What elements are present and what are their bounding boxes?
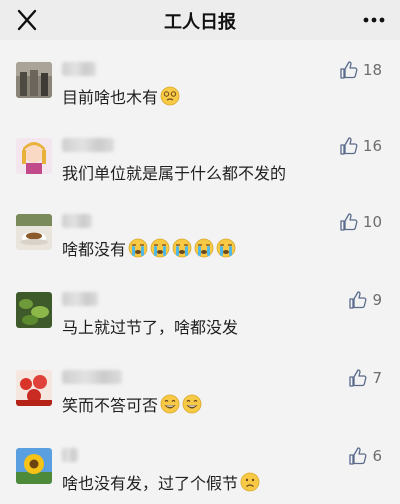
comment-item: 笑而不答可否 7 <box>0 348 400 424</box>
username-blurred <box>62 292 98 306</box>
crying-face-emoji <box>150 238 170 258</box>
like-count: 10 <box>362 213 382 231</box>
frowning-face-emoji <box>240 472 260 492</box>
comment-text: 啥也没有发，过了个假节 <box>62 474 239 493</box>
avatar[interactable] <box>16 448 52 484</box>
avatar[interactable] <box>16 292 52 328</box>
username-blurred <box>62 138 114 152</box>
comment-item: 马上就过节了，啥都没发 9 <box>0 270 400 346</box>
comment-item: 啥也没有发，过了个假节 6 <box>0 426 400 502</box>
comment-text: 马上就过节了，啥都没发 <box>62 318 239 337</box>
comment-item: 我们单位就是属于什么都不发的 16 <box>0 116 400 192</box>
top-nav-bar: 工人日报 <box>0 0 400 40</box>
comment-text-row: 马上就过节了，啥都没发 <box>62 314 238 338</box>
crying-face-emoji <box>128 238 148 258</box>
comment-text-row: 啥都没有 <box>62 236 236 260</box>
comment-text: 啥都没有 <box>62 240 127 259</box>
comment-text: 笑而不答可否 <box>62 396 159 415</box>
like-count: 16 <box>362 137 382 155</box>
comment-text-row: 啥也没有发，过了个假节 <box>62 470 260 494</box>
grinning-face-emoji <box>160 394 180 414</box>
thumbs-up-icon <box>349 447 367 465</box>
comment-text-row: 目前啥也木有 <box>62 84 180 108</box>
comment-item: 啥都没有 10 <box>0 192 400 268</box>
like-button[interactable]: 9 <box>348 290 382 310</box>
avatar[interactable] <box>16 138 52 174</box>
username-blurred <box>62 448 78 462</box>
thumbs-up-icon <box>349 291 367 309</box>
comment-item: 目前啥也木有 18 <box>0 40 400 116</box>
crying-face-emoji <box>194 238 214 258</box>
like-button[interactable]: 6 <box>348 446 382 466</box>
like-button[interactable]: 7 <box>348 368 382 388</box>
dizzy-face-emoji <box>160 86 180 106</box>
username-blurred <box>62 214 92 228</box>
like-count: 6 <box>372 447 382 465</box>
avatar[interactable] <box>16 370 52 406</box>
avatar[interactable] <box>16 62 52 98</box>
comment-list: 目前啥也木有 18 我们单位就是属于什么都不发的 16 啥都没有 10 马上就过… <box>0 40 400 504</box>
username-blurred <box>62 370 122 384</box>
comment-text-row: 笑而不答可否 <box>62 392 202 416</box>
avatar[interactable] <box>16 214 52 250</box>
username-blurred <box>62 62 96 76</box>
thumbs-up-icon <box>340 61 358 79</box>
page-title: 工人日报 <box>164 12 236 33</box>
thumbs-up-icon <box>340 213 358 231</box>
like-button[interactable]: 16 <box>339 136 382 156</box>
like-count: 7 <box>372 369 382 387</box>
like-count: 18 <box>362 61 382 79</box>
like-count: 9 <box>372 291 382 309</box>
comment-text: 目前啥也木有 <box>62 88 159 107</box>
more-options-icon[interactable] <box>362 14 386 26</box>
thumbs-up-icon <box>340 137 358 155</box>
like-button[interactable]: 18 <box>339 60 382 80</box>
thumbs-up-icon <box>349 369 367 387</box>
grinning-face-emoji <box>182 394 202 414</box>
comment-text-row: 我们单位就是属于什么都不发的 <box>62 160 286 184</box>
crying-face-emoji <box>172 238 192 258</box>
comment-text: 我们单位就是属于什么都不发的 <box>62 164 287 183</box>
like-button[interactable]: 10 <box>339 212 382 232</box>
crying-face-emoji <box>216 238 236 258</box>
